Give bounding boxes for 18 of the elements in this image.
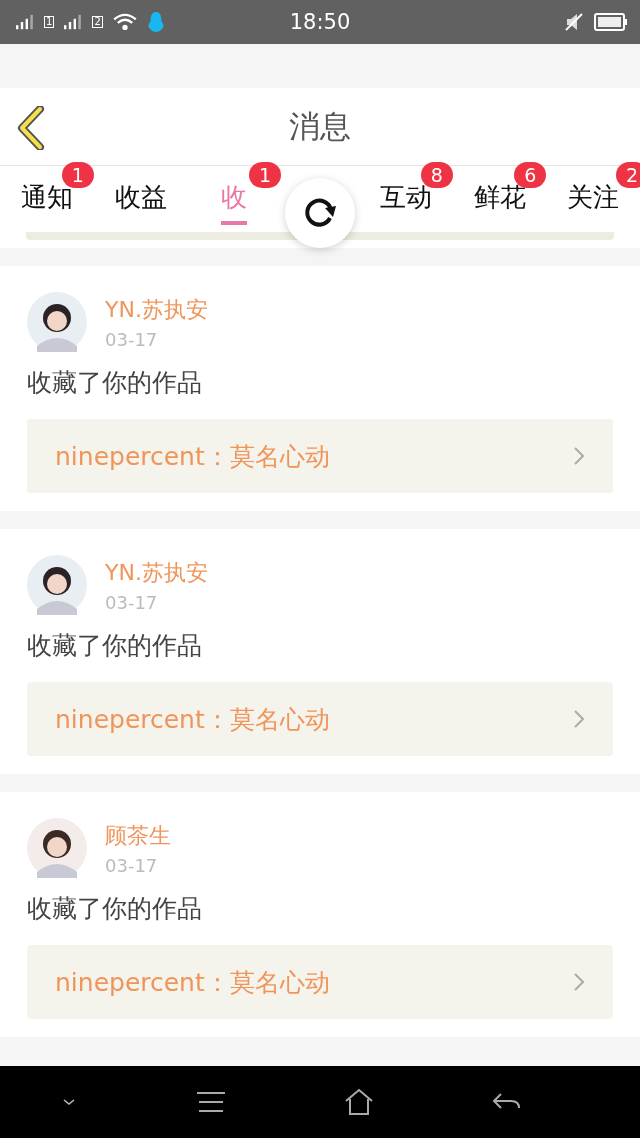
message-text: 收藏了你的作品 bbox=[27, 630, 203, 662]
work-link[interactable]: ninepercent：莫名心动 bbox=[27, 682, 613, 756]
message-text: 收藏了你的作品 bbox=[27, 893, 203, 925]
user-name[interactable]: YN.苏执安 bbox=[105, 294, 208, 325]
message-date: 03-17 bbox=[105, 328, 159, 350]
tab[interactable]: 收 bbox=[221, 173, 248, 225]
work-link[interactable]: ninepercent：莫名心动 bbox=[27, 419, 613, 493]
user-name[interactable]: 顾茶生 bbox=[105, 820, 171, 851]
work-link[interactable]: ninepercent：莫名心动 bbox=[27, 945, 613, 1019]
page-title: 消息 bbox=[289, 106, 351, 146]
message-text: 收藏了你的作品 bbox=[27, 367, 203, 399]
tab[interactable]: 收益 bbox=[114, 173, 167, 225]
message-date: 03-17 bbox=[105, 591, 159, 613]
message-date: 03-17 bbox=[105, 854, 159, 876]
sim-label: 2 bbox=[92, 16, 103, 28]
sim-label: 1 bbox=[44, 16, 55, 28]
user-name[interactable]: YN.苏执安 bbox=[105, 557, 208, 588]
status-time: 18:50 bbox=[289, 10, 351, 34]
